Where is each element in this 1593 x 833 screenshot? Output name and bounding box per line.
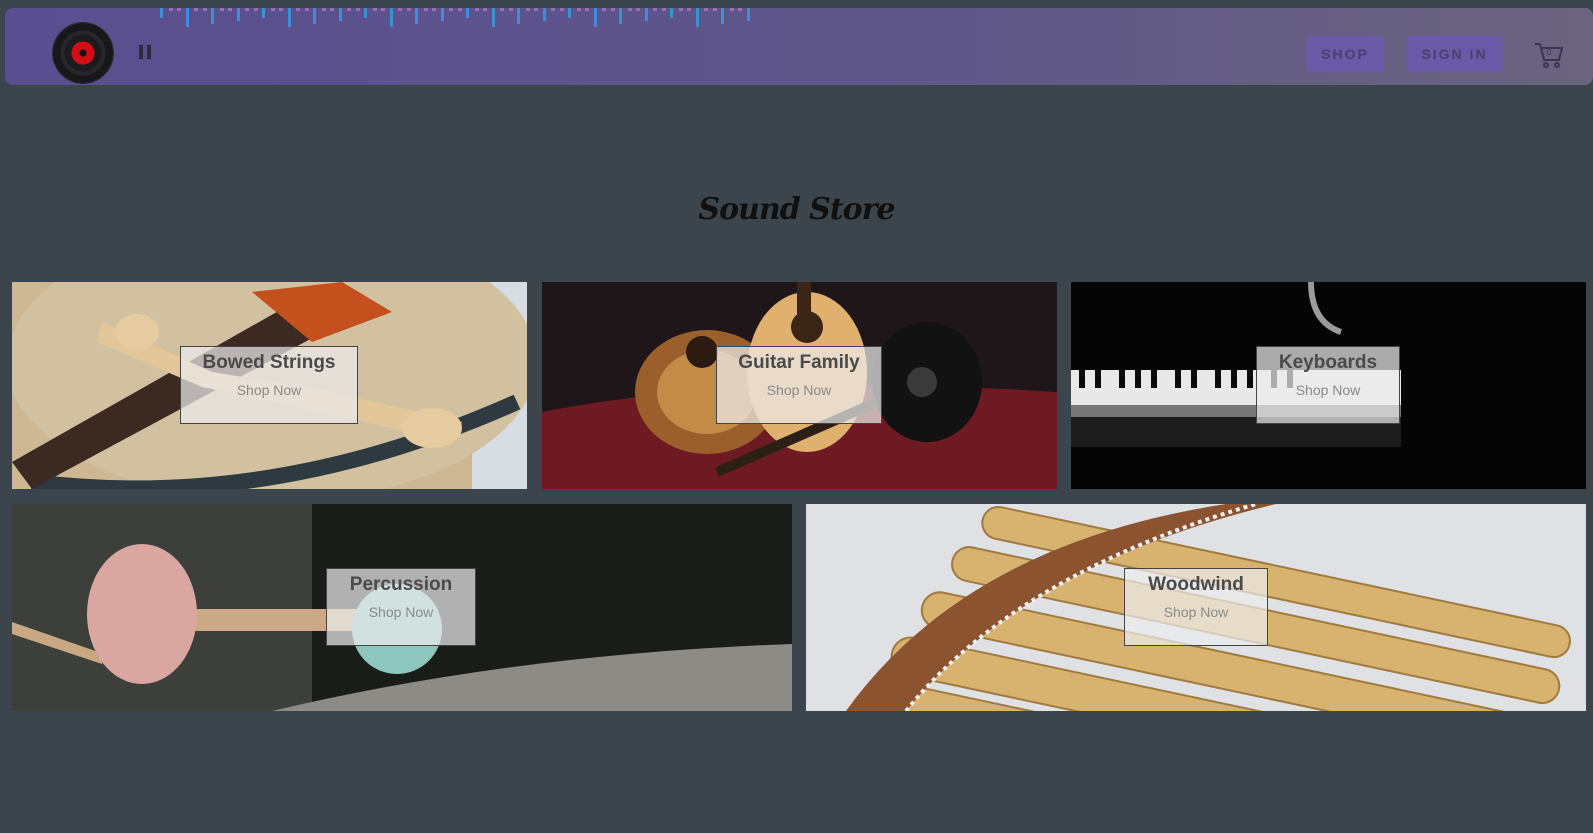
visualizer-tick	[559, 8, 564, 11]
visualizer-tick	[372, 8, 377, 11]
visualizer-bar	[313, 8, 316, 24]
visualizer-tick	[270, 8, 275, 11]
visualizer-tick	[245, 8, 249, 11]
shop-now-link[interactable]: Shop Now	[1257, 382, 1399, 398]
visualizer-bar	[695, 8, 699, 27]
visualizer-tick	[253, 8, 258, 11]
visualizer-tick	[228, 8, 232, 11]
category-name: Percussion	[349, 574, 453, 595]
visualizer-tick	[712, 8, 717, 11]
visualizer-bar	[415, 8, 418, 24]
visualizer-tick	[423, 8, 428, 11]
shop-now-link[interactable]: Shop Now	[327, 604, 475, 620]
visualizer-tick	[576, 8, 581, 11]
sign-in-button[interactable]: SIGN IN	[1406, 36, 1503, 72]
visualizer-tick	[474, 8, 479, 11]
visualizer-tick	[457, 8, 462, 11]
visualizer-tick	[534, 8, 538, 11]
category-card-bowed-strings[interactable]: Bowed Strings Shop Now	[12, 282, 527, 489]
visualizer-bar	[338, 8, 342, 21]
visualizer-bar	[262, 8, 265, 18]
visualizer-bar	[440, 8, 444, 21]
visualizer-bar	[517, 8, 520, 24]
category-name: Woodwind	[1148, 574, 1244, 595]
visualizer-bar	[746, 8, 750, 21]
visualizer-tick	[678, 8, 683, 11]
visualizer-tick	[355, 8, 360, 11]
cart-count-badge: 0	[1546, 48, 1552, 57]
visualizer-bar	[670, 8, 673, 18]
page-title: Sound Store	[698, 192, 895, 228]
category-card-percussion[interactable]: Percussion Shop Now	[12, 504, 792, 711]
visualizer-tick	[168, 8, 173, 11]
visualizer-tick	[483, 8, 487, 11]
vinyl-record-icon[interactable]	[53, 23, 113, 83]
category-card-guitar-family[interactable]: Guitar Family Shop Now	[542, 282, 1057, 489]
visualizer-tick	[729, 8, 734, 11]
visualizer-tick	[194, 8, 198, 11]
shop-now-link[interactable]: Shop Now	[1125, 604, 1267, 620]
shop-now-link[interactable]: Shop Now	[717, 382, 881, 398]
visualizer-tick	[585, 8, 589, 11]
category-label[interactable]: Percussion Shop Now	[326, 568, 476, 646]
visualizer-tick	[610, 8, 615, 11]
visualizer-tick	[525, 8, 530, 11]
category-card-keyboards[interactable]: Keyboards Shop Now	[1071, 282, 1586, 489]
shop-button[interactable]: SHOP	[1306, 36, 1384, 72]
visualizer-tick	[321, 8, 326, 11]
visualizer-tick	[279, 8, 283, 11]
visualizer-bar	[568, 8, 571, 18]
visualizer-tick	[687, 8, 691, 11]
pause-icon[interactable]	[139, 45, 153, 61]
visualizer-bar	[644, 8, 648, 21]
visualizer-bar	[619, 8, 622, 24]
visualizer-tick	[219, 8, 224, 11]
audio-visualizer	[160, 8, 760, 30]
category-label[interactable]: Woodwind Shop Now	[1124, 568, 1268, 646]
visualizer-tick	[406, 8, 411, 11]
visualizer-bar	[287, 8, 291, 27]
visualizer-tick	[627, 8, 632, 11]
visualizer-tick	[202, 8, 207, 11]
visualizer-tick	[432, 8, 436, 11]
visualizer-bar	[389, 8, 393, 27]
visualizer-tick	[653, 8, 657, 11]
top-navbar: SHOP SIGN IN 0	[5, 8, 1593, 85]
visualizer-tick	[508, 8, 513, 11]
visualizer-bar	[211, 8, 214, 24]
visualizer-tick	[661, 8, 666, 11]
category-label[interactable]: Guitar Family Shop Now	[716, 346, 882, 424]
visualizer-bar	[593, 8, 597, 27]
visualizer-tick	[449, 8, 453, 11]
visualizer-bar	[466, 8, 469, 18]
visualizer-bar	[491, 8, 495, 27]
visualizer-tick	[330, 8, 334, 11]
category-card-woodwind[interactable]: Woodwind Shop Now	[806, 504, 1586, 711]
visualizer-tick	[177, 8, 181, 11]
visualizer-tick	[551, 8, 555, 11]
visualizer-bar	[364, 8, 367, 18]
category-name: Bowed Strings	[202, 352, 336, 373]
shopping-cart-icon[interactable]: 0	[1534, 40, 1564, 70]
visualizer-tick	[398, 8, 402, 11]
visualizer-bar	[185, 8, 189, 27]
visualizer-tick	[636, 8, 640, 11]
visualizer-bar	[542, 8, 546, 21]
shop-now-link[interactable]: Shop Now	[181, 382, 357, 398]
visualizer-tick	[347, 8, 351, 11]
visualizer-tick	[704, 8, 708, 11]
visualizer-bar	[160, 8, 163, 18]
category-label[interactable]: Keyboards Shop Now	[1256, 346, 1400, 424]
visualizer-tick	[304, 8, 309, 11]
visualizer-tick	[296, 8, 300, 11]
visualizer-tick	[381, 8, 385, 11]
visualizer-bar	[721, 8, 724, 24]
visualizer-tick	[500, 8, 504, 11]
visualizer-bar	[236, 8, 240, 21]
category-label[interactable]: Bowed Strings Shop Now	[180, 346, 358, 424]
visualizer-tick	[738, 8, 742, 11]
category-name: Guitar Family	[738, 352, 860, 373]
category-name: Keyboards	[1278, 352, 1378, 373]
visualizer-tick	[602, 8, 606, 11]
